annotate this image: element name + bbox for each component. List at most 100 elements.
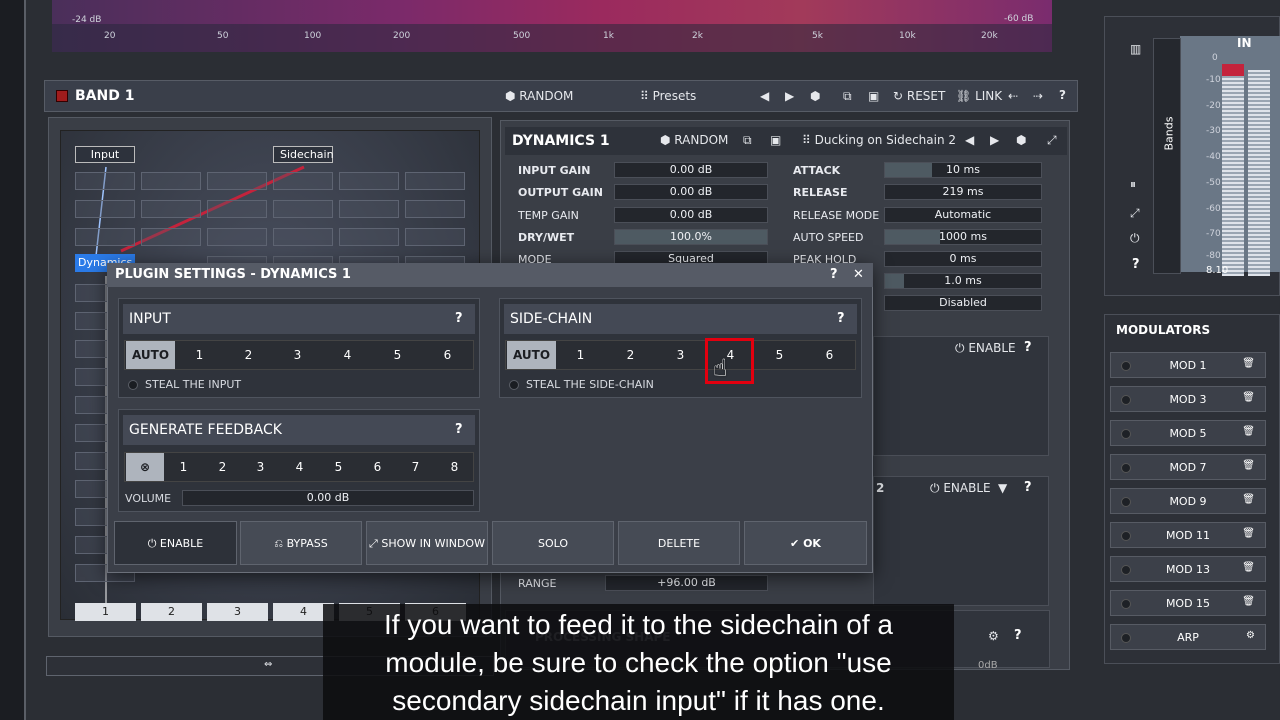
dialog-close-button[interactable]: ✕ xyxy=(853,267,864,282)
routing-cell[interactable] xyxy=(75,200,135,218)
chevron-down-icon[interactable]: ▼ xyxy=(998,481,1007,495)
routing-cell[interactable] xyxy=(141,228,201,246)
resize-icon[interactable]: ⇔ xyxy=(264,659,272,670)
dynamics-preset-button[interactable]: ⠿ Ducking on Sidechain 2 xyxy=(802,133,956,147)
steal-input-checkbox[interactable] xyxy=(128,380,138,390)
modulator-item[interactable]: MOD 1 🗑 xyxy=(1110,352,1266,378)
modulator-item[interactable]: MOD 15 🗑 xyxy=(1110,590,1266,616)
feedback-volume-slider[interactable]: 0.00 dB xyxy=(182,490,474,506)
copy-icon[interactable]: ⧉ xyxy=(743,133,752,148)
sidechain-option[interactable]: 1 xyxy=(556,341,605,369)
enable-toggle[interactable]: ⏻ ENABLE xyxy=(955,341,1016,356)
band-reset-button[interactable]: ↻ RESET xyxy=(893,89,945,103)
routing-cell[interactable] xyxy=(339,172,399,190)
release-mode-selector[interactable]: Automatic xyxy=(884,207,1042,223)
modulator-item[interactable]: MOD 7 🗑 xyxy=(1110,454,1266,480)
help-button[interactable]: ? xyxy=(1014,628,1022,643)
trash-icon[interactable]: 🗑 xyxy=(1242,562,1255,573)
trash-icon[interactable]: 🗑 xyxy=(1242,460,1255,471)
attack-slider[interactable]: 10 ms xyxy=(884,162,1042,178)
randomize-icon[interactable]: ⬢ xyxy=(810,89,820,103)
enable-button[interactable]: ⏻ ENABLE xyxy=(114,521,237,565)
help-button[interactable]: ? xyxy=(1024,480,1032,495)
trash-icon[interactable]: 🗑 xyxy=(1242,392,1255,403)
arrow-right-icon[interactable]: ⇢ xyxy=(1033,89,1043,103)
arrow-left-icon[interactable]: ⇠ xyxy=(1008,89,1018,103)
routing-cell[interactable] xyxy=(405,200,465,218)
steal-sidechain-checkbox[interactable] xyxy=(509,380,519,390)
input-option[interactable]: 3 xyxy=(273,341,322,369)
trash-icon[interactable]: 🗑 xyxy=(1242,528,1255,539)
gear-icon[interactable]: ⚙ xyxy=(1246,630,1255,641)
expand-icon[interactable]: ⤢ xyxy=(1130,206,1140,221)
routing-tab[interactable]: 3 xyxy=(207,603,268,621)
power-icon[interactable]: ⏻ xyxy=(1130,231,1140,246)
help-button[interactable]: ? xyxy=(455,311,463,326)
trash-icon[interactable]: 🗑 xyxy=(1242,358,1255,369)
delete-button[interactable]: DELETE xyxy=(618,521,740,565)
solo-button[interactable]: SOLO xyxy=(492,521,614,565)
temp-gain-slider[interactable]: 0.00 dB xyxy=(614,207,768,223)
paste-icon[interactable]: ▣ xyxy=(770,133,781,147)
help-button[interactable]: ? xyxy=(1132,257,1140,272)
help-button[interactable]: ? xyxy=(455,422,463,437)
copy-icon[interactable]: ⧉ xyxy=(843,89,852,104)
modulator-item[interactable]: MOD 5 🗑 xyxy=(1110,420,1266,446)
routing-cell[interactable] xyxy=(141,172,201,190)
routing-cell[interactable] xyxy=(273,172,333,190)
input-option[interactable]: 5 xyxy=(373,341,422,369)
routing-tab[interactable]: 1 xyxy=(75,603,136,621)
routing-cell[interactable] xyxy=(207,200,267,218)
modulator-item[interactable]: MOD 3 🗑 xyxy=(1110,386,1266,412)
modulator-item[interactable]: MOD 9 🗑 xyxy=(1110,488,1266,514)
param-selector[interactable]: Disabled xyxy=(884,295,1042,311)
modulator-item[interactable]: MOD 13 🗑 xyxy=(1110,556,1266,582)
sidechain-option[interactable]: 3 xyxy=(656,341,705,369)
sidechain-option[interactable]: 6 xyxy=(805,341,854,369)
band-presets-button[interactable]: ⠿ Presets xyxy=(640,89,696,103)
feedback-option[interactable]: 1 xyxy=(164,453,203,481)
feedback-option[interactable]: 8 xyxy=(435,453,474,481)
feedback-option[interactable]: 2 xyxy=(203,453,242,481)
band-help-button[interactable]: ? xyxy=(1059,88,1066,102)
input-option[interactable]: 6 xyxy=(423,341,472,369)
routing-cell[interactable] xyxy=(405,228,465,246)
next-preset-icon[interactable]: ▶ xyxy=(785,89,794,103)
sidechain-node[interactable]: Sidechain xyxy=(273,146,334,163)
sidechain-option-auto[interactable]: AUTO xyxy=(507,341,556,369)
randomize-icon[interactable]: ⬢ xyxy=(1016,133,1026,147)
prev-preset-icon[interactable]: ◀ xyxy=(760,89,769,103)
routing-cell[interactable] xyxy=(339,200,399,218)
feedback-option[interactable]: 7 xyxy=(396,453,435,481)
range-slider[interactable]: +96.00 dB xyxy=(605,575,768,591)
show-in-window-button[interactable]: ⤢ SHOW IN WINDOW xyxy=(366,521,488,565)
input-option-auto[interactable]: AUTO xyxy=(126,341,175,369)
sidechain-option[interactable]: 5 xyxy=(755,341,804,369)
param-slider[interactable]: 1.0 ms xyxy=(884,273,1042,289)
routing-cell[interactable] xyxy=(141,200,201,218)
feedback-option[interactable]: 4 xyxy=(280,453,319,481)
routing-cell[interactable] xyxy=(339,228,399,246)
prev-preset-icon[interactable]: ◀ xyxy=(965,133,974,147)
band-led[interactable] xyxy=(56,90,68,102)
paste-icon[interactable]: ▣ xyxy=(868,89,879,103)
modulator-item[interactable]: MOD 11 🗑 xyxy=(1110,522,1266,548)
input-gain-slider[interactable]: 0.00 dB xyxy=(614,162,768,178)
feedback-off-icon[interactable]: ⊗ xyxy=(126,453,164,481)
routing-cell[interactable] xyxy=(75,228,135,246)
trash-icon[interactable]: 🗑 xyxy=(1242,596,1255,607)
dialog-help-button[interactable]: ? xyxy=(830,267,838,282)
bands-tab[interactable]: Bands xyxy=(1153,38,1181,274)
pause-icon[interactable]: ⏸ xyxy=(1130,177,1136,192)
feedback-option[interactable]: 6 xyxy=(358,453,397,481)
help-button[interactable]: ? xyxy=(837,311,845,326)
peak-hold-slider[interactable]: 0 ms xyxy=(884,251,1042,267)
band-random-button[interactable]: ⬢ RANDOM xyxy=(505,89,573,103)
next-preset-icon[interactable]: ▶ xyxy=(990,133,999,147)
input-option[interactable]: 4 xyxy=(323,341,372,369)
release-slider[interactable]: 219 ms xyxy=(884,184,1042,200)
trash-icon[interactable]: 🗑 xyxy=(1242,494,1255,505)
bar-chart-icon[interactable]: ▥ xyxy=(1130,42,1141,56)
routing-cell[interactable] xyxy=(405,172,465,190)
routing-cell[interactable] xyxy=(75,172,135,190)
